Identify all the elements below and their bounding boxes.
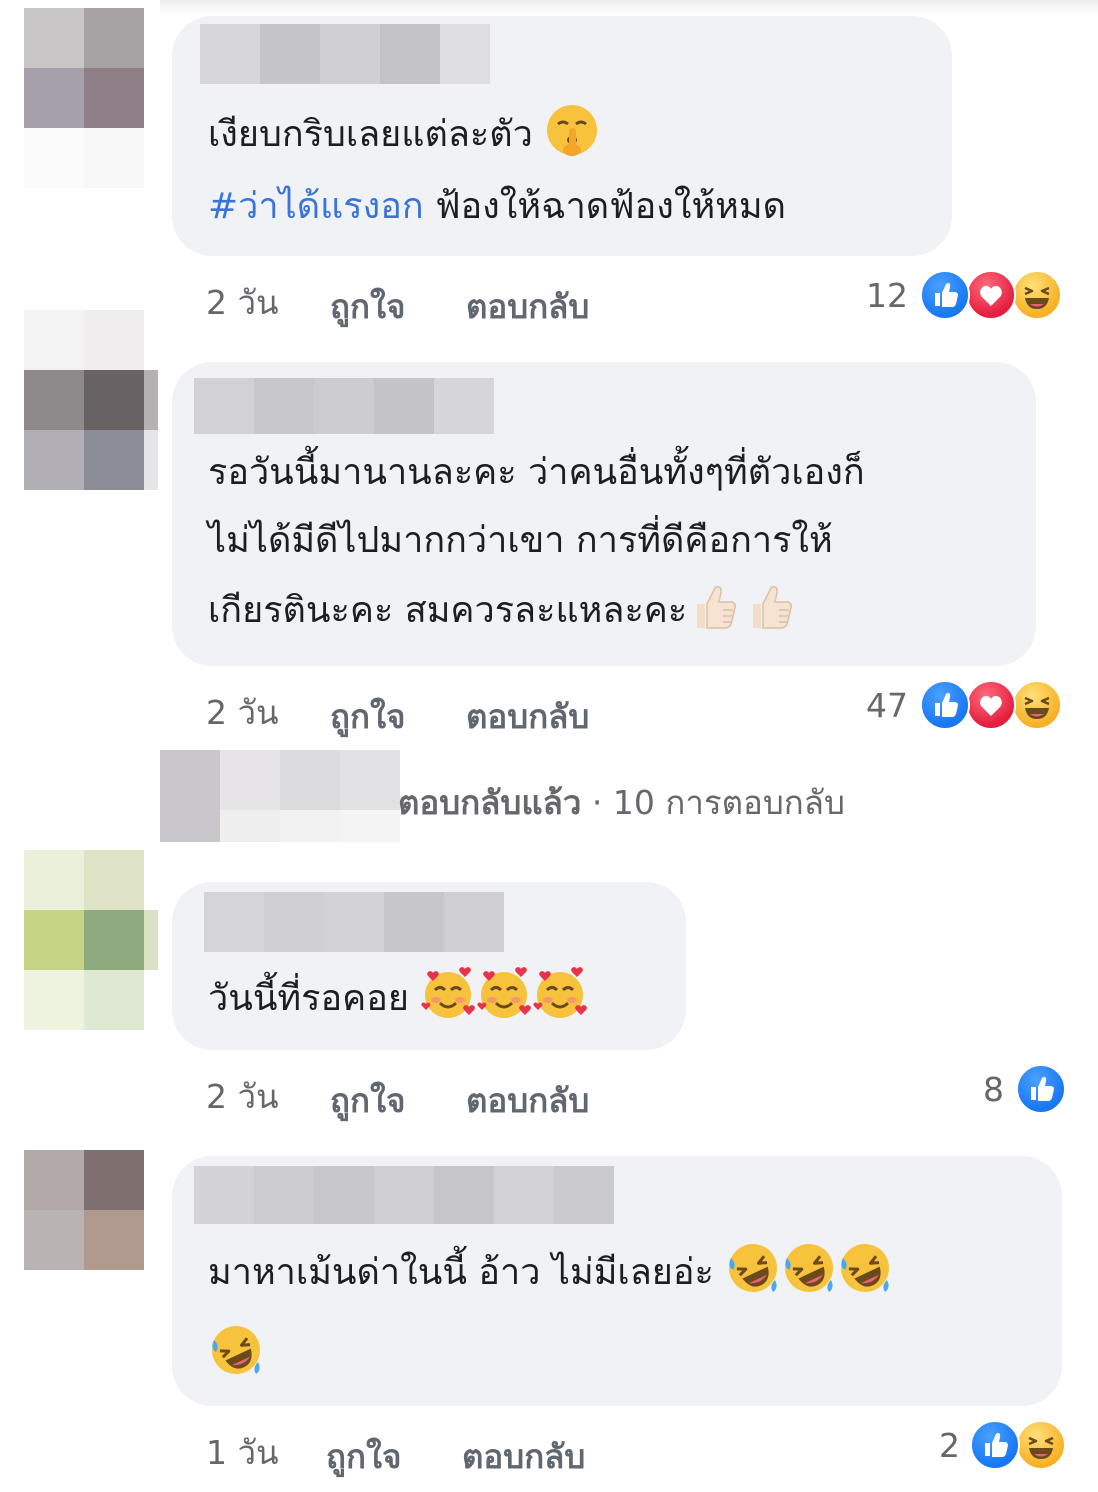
reaction-icons[interactable] [920,270,1070,320]
comment-text: รอวันนี้มานานละคะ ว่าคนอื่นทั้งๆที่ตัวเอ… [208,452,865,493]
comment-actions: 2 วัน ถูกใจ ตอบกลับ 47 [0,680,1098,746]
comment-bubble: รอวันนี้มานานละคะ ว่าคนอื่นทั้งๆที่ตัวเอ… [172,362,1036,666]
smiling-hearts-emoji-icon [420,966,476,1022]
love-icon [966,270,1016,320]
comment-time: 2 วัน [206,693,279,732]
commenter-name-blurred[interactable] [194,1166,614,1224]
top-edge [160,0,1098,14]
like-icon [970,1420,1020,1470]
haha-icon [1012,270,1062,320]
comment-text: เงียบกริบเลยแต่ละตัว [208,114,545,155]
avatar[interactable] [24,310,158,490]
replies-count[interactable]: 10 การตอบกลับ [613,783,845,822]
reply-button[interactable]: ตอบกลับ [462,1430,585,1483]
comment-time: 2 วัน [206,283,279,322]
comment-text: ไม่ได้มีดีไปมากกว่าเขา การที่ดีคือการให้ [208,520,833,561]
comment-text-line: ไม่ได้มีดีไปมากกว่าเขา การที่ดีคือการให้ [208,506,833,576]
like-button[interactable]: ถูกใจ [330,1074,405,1127]
like-icon [1016,1064,1066,1114]
reaction-icons[interactable] [1016,1064,1072,1114]
thumbs-up-emoji-icon [687,578,743,634]
commenter-name-blurred[interactable] [200,24,490,84]
reaction-icons[interactable] [920,680,1070,730]
comment-time: 2 วัน [206,1077,279,1116]
haha-icon [1016,1420,1066,1470]
reply-button[interactable]: ตอบกลับ [466,280,589,333]
comment-text: มาหาเม้นด่าในนี้ อ้าว ไม่มีเลยอ่ะ [208,1252,726,1293]
reply-button[interactable]: ตอบกลับ [466,690,589,743]
comment-text-line: วันนี้ที่รอคอย [208,964,588,1034]
commenter-name-blurred[interactable] [194,378,494,434]
thumbs-up-emoji-icon [743,578,799,634]
like-icon [920,270,970,320]
rofl-emoji-icon [781,1240,837,1296]
reply-button[interactable]: ตอบกลับ [466,1074,589,1127]
like-button[interactable]: ถูกใจ [326,1430,401,1483]
commenter-name-blurred[interactable] [204,892,504,952]
comment-bubble: มาหาเม้นด่าในนี้ อ้าว ไม่มีเลยอ่ะ [172,1156,1062,1406]
like-button[interactable]: ถูกใจ [330,280,405,333]
replier-avatar-blurred [160,750,400,842]
replies-summary[interactable]: ตอบกลับแล้ว · 10 การตอบกลับ [398,776,845,829]
comment-text-line: #ว่าได้แรงอก ฟ้องให้ฉาดฟ้องให้หมด [208,172,786,242]
comment-text-line: เงียบกริบเลยแต่ละตัว [208,100,600,170]
smiling-hearts-emoji-icon [532,966,588,1022]
shushing-emoji-icon [544,102,600,158]
reaction-count[interactable]: 8 [944,1070,1004,1109]
replied-label: ตอบกลับแล้ว [398,783,582,822]
avatar[interactable] [24,850,158,1030]
comment-actions: 1 วัน ถูกใจ ตอบกลับ 2 [0,1420,1098,1486]
rofl-emoji-icon [208,1322,264,1378]
comment-bubble: เงียบกริบเลยแต่ละตัว #ว่าได้แรงอก ฟ้องให… [172,16,952,256]
comment-text-line: มาหาเม้นด่าในนี้ อ้าว ไม่มีเลยอ่ะ [208,1238,893,1308]
reaction-count[interactable]: 2 [900,1426,960,1465]
view-replies-row[interactable]: ตอบกลับแล้ว · 10 การตอบกลับ [160,750,880,842]
separator-dot: · [581,783,613,822]
rofl-emoji-icon [725,1240,781,1296]
rofl-emoji-icon [837,1240,893,1296]
comment-text: ฟ้องให้ฉาดฟ้องให้หมด [423,186,787,227]
love-icon [966,680,1016,730]
avatar[interactable] [24,8,144,188]
comment-bubble: วันนี้ที่รอคอย [172,882,686,1050]
like-button[interactable]: ถูกใจ [330,690,405,743]
reaction-count[interactable]: 12 [848,276,908,315]
comment-text: เกียรตินะคะ สมควรละแหละคะ [208,590,688,631]
reaction-count[interactable]: 47 [848,686,908,725]
haha-icon [1012,680,1062,730]
comment-actions: 2 วัน ถูกใจ ตอบกลับ 12 [0,270,1098,336]
comment-time: 1 วัน [206,1433,279,1472]
smiling-hearts-emoji-icon [476,966,532,1022]
comment-actions: 2 วัน ถูกใจ ตอบกลับ 8 [0,1064,1098,1130]
avatar[interactable] [24,1150,144,1270]
like-icon [920,680,970,730]
comment-text-line: เกียรตินะคะ สมควรละแหละคะ [208,576,799,646]
reaction-icons[interactable] [970,1420,1070,1470]
hashtag-link[interactable]: #ว่าได้แรงอก [208,186,424,227]
comment-text: วันนี้ที่รอคอย [208,978,421,1019]
comment-text-line [208,1320,264,1390]
comment-text-line: รอวันนี้มานานละคะ ว่าคนอื่นทั้งๆที่ตัวเอ… [208,438,865,508]
